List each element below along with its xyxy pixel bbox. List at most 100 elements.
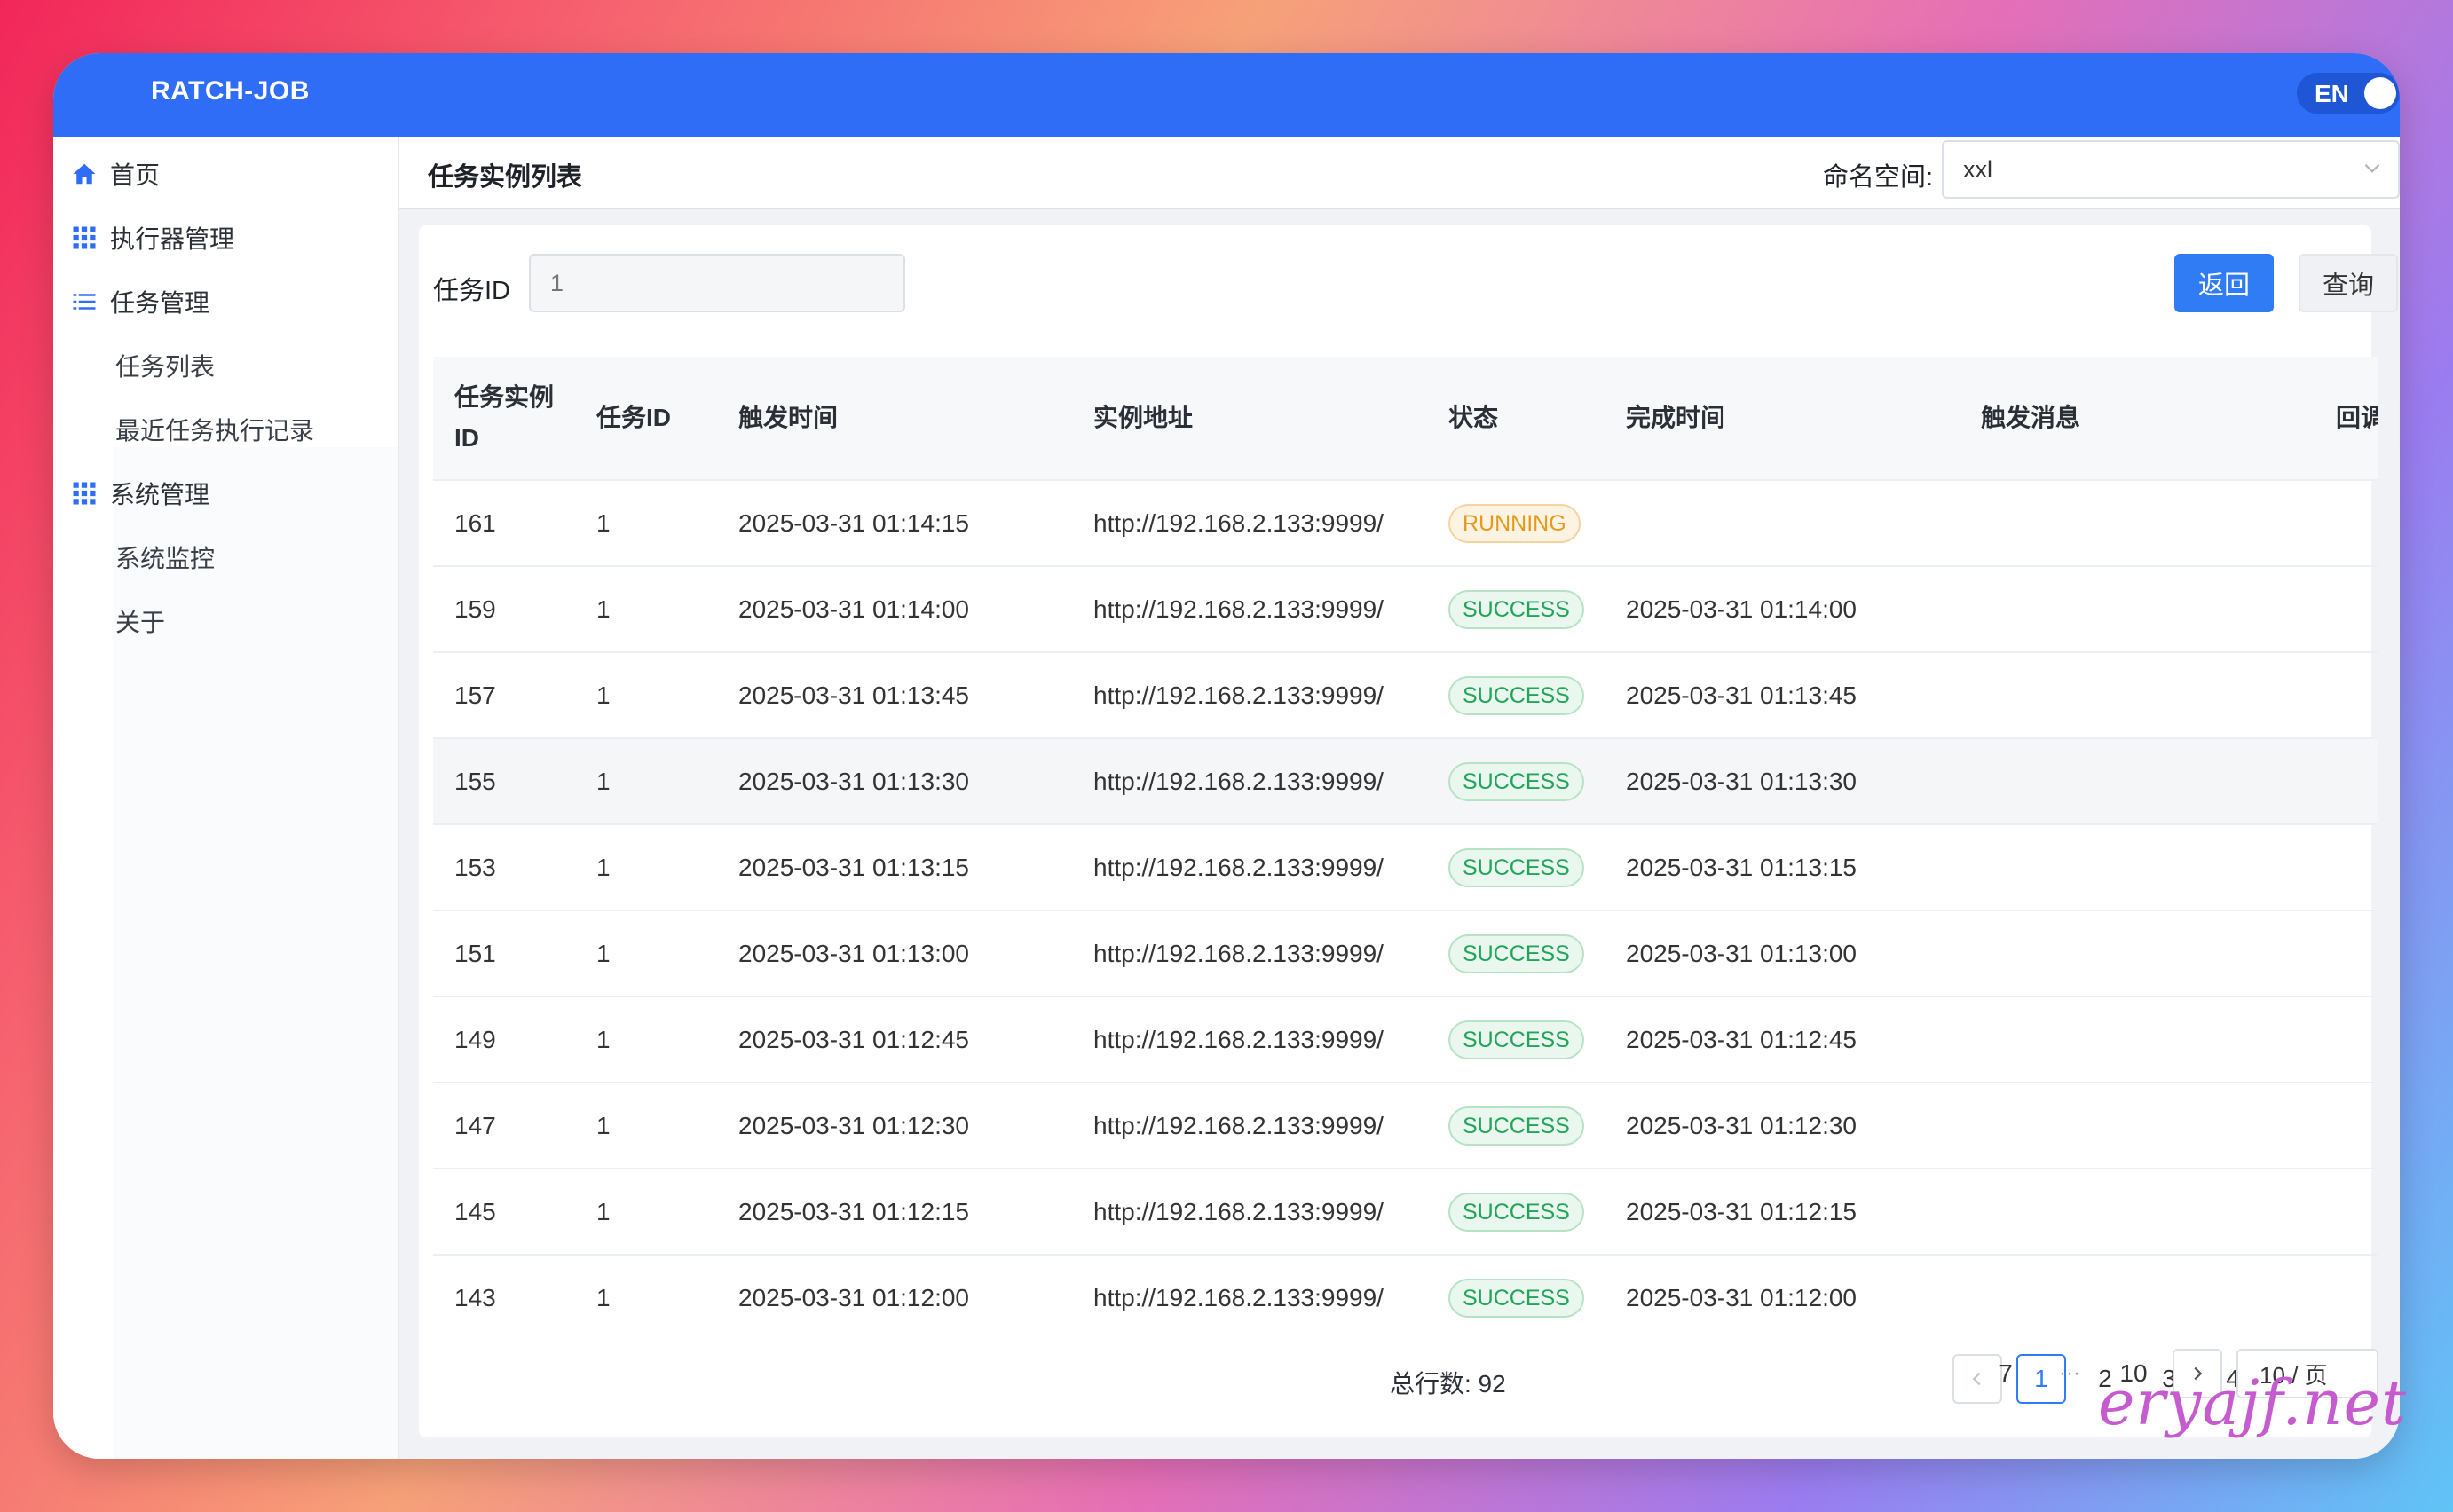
cell-callback — [2315, 738, 2378, 825]
cell-trigger-message — [1960, 996, 2315, 1083]
cell-instance-address: http://192.168.2.133:9999/ — [1072, 1083, 1427, 1169]
cell-trigger-time: 2025-03-31 01:12:45 — [717, 996, 1072, 1083]
cell-trigger-message — [1960, 910, 2315, 997]
status-badge: SUCCESS — [1448, 589, 1584, 629]
cell-instance-id: 157 — [433, 652, 575, 739]
sidebar-item-label: 执行器管理 — [110, 225, 235, 253]
cell-instance-id: 155 — [433, 738, 575, 825]
cell-finish-time: 2025-03-31 01:14:00 — [1605, 566, 1960, 653]
cell-finish-time — [1605, 480, 1960, 567]
cell-instance-address: http://192.168.2.133:9999/ — [1072, 480, 1427, 567]
sidebar-item-label: 最近任务执行记录 — [115, 417, 315, 445]
col-instance-address: 实例地址 — [1072, 357, 1427, 481]
main-content: 任务实例列表 命名空间: xxl 任务ID 返回 查询 — [399, 137, 2400, 1459]
back-button[interactable]: 返回 — [2174, 254, 2274, 312]
page-button[interactable]: 7 — [1981, 1349, 2031, 1398]
home-icon — [73, 163, 96, 185]
query-button[interactable]: 查询 — [2299, 254, 2398, 312]
cell-finish-time: 2025-03-31 01:12:15 — [1605, 1169, 1960, 1256]
sidebar: 首页 执行器管理 任务管理 任务列表 最近任务执行记录 系统管理 系统监控 关于 — [53, 137, 399, 1459]
status-badge: RUNNING — [1448, 503, 1581, 543]
sidebar-item-label: 首页 — [110, 161, 161, 189]
total-count: 总行数: 92 — [1390, 1370, 1506, 1398]
chevron-down-icon — [2364, 163, 2380, 173]
page-ellipsis[interactable]: ··· — [2045, 1349, 2094, 1398]
table-row: 145 1 2025-03-31 01:12:15 http://192.168.2.… — [433, 1169, 2378, 1256]
cell-callback — [2315, 1169, 2378, 1256]
cell-trigger-time: 2025-03-31 01:13:00 — [717, 910, 1072, 997]
table-row: 161 1 2025-03-31 01:14:15 http://192.168.2.… — [433, 480, 2378, 567]
header-bar: 任务实例列表 命名空间: xxl — [399, 137, 2400, 209]
cell-trigger-time: 2025-03-31 01:12:30 — [717, 1083, 1072, 1169]
top-bar: RATCH-JOB EN — [53, 53, 2400, 137]
table-row: 155 1 2025-03-31 01:13:30 http://192.168.2.… — [433, 738, 2378, 825]
sidebar-item-about[interactable]: 关于 — [115, 603, 165, 639]
cell-finish-time: 2025-03-31 01:12:45 — [1605, 996, 1960, 1083]
cell-finish-time: 2025-03-31 01:12:30 — [1605, 1083, 1960, 1169]
cell-task-id: 1 — [575, 652, 717, 739]
cell-status: SUCCESS — [1427, 1169, 1605, 1256]
sidebar-item-label: 系统管理 — [110, 481, 210, 508]
cell-task-id: 1 — [575, 1169, 717, 1256]
cell-trigger-message — [1960, 566, 2315, 653]
namespace-select[interactable]: xxl — [1942, 140, 2400, 199]
cell-instance-address: http://192.168.2.133:9999/ — [1072, 824, 1427, 911]
status-badge: SUCCESS — [1448, 1106, 1584, 1146]
brand-title: RATCH-JOB — [151, 76, 310, 106]
cell-callback — [2315, 652, 2378, 739]
col-trigger-time: 触发时间 — [717, 357, 1072, 481]
cell-trigger-message — [1960, 738, 2315, 825]
cell-instance-address: http://192.168.2.133:9999/ — [1072, 1255, 1427, 1324]
status-badge: SUCCESS — [1448, 675, 1584, 715]
cell-instance-id: 161 — [433, 480, 575, 567]
sidebar-item-task-management[interactable]: 任务管理 — [71, 284, 209, 319]
table-row: 159 1 2025-03-31 01:14:00 http://192.168.2.… — [433, 566, 2378, 653]
cell-callback — [2315, 1255, 2378, 1324]
language-label: EN — [2315, 80, 2349, 107]
sidebar-item-label: 关于 — [115, 609, 166, 636]
cell-task-id: 1 — [575, 996, 717, 1083]
cell-task-id: 1 — [575, 1255, 717, 1324]
cell-status: SUCCESS — [1427, 738, 1605, 825]
cell-status: SUCCESS — [1427, 652, 1605, 739]
sidebar-item-recent-records[interactable]: 最近任务执行记录 — [115, 412, 314, 447]
task-id-label: 任务ID — [433, 277, 511, 305]
cell-instance-address: http://192.168.2.133:9999/ — [1072, 738, 1427, 825]
cell-trigger-time: 2025-03-31 01:13:45 — [717, 652, 1072, 739]
cell-trigger-message — [1960, 1255, 2315, 1324]
table-row: 147 1 2025-03-31 01:12:30 http://192.168.2.… — [433, 1083, 2378, 1169]
cell-status: SUCCESS — [1427, 824, 1605, 911]
cell-instance-address: http://192.168.2.133:9999/ — [1072, 996, 1427, 1083]
cell-instance-id: 151 — [433, 910, 575, 997]
cell-status: SUCCESS — [1427, 1255, 1605, 1324]
cell-instance-address: http://192.168.2.133:9999/ — [1072, 910, 1427, 997]
sidebar-item-task-list[interactable]: 任务列表 — [115, 348, 215, 383]
cell-task-id: 1 — [575, 566, 717, 653]
namespace-value: xxl — [1963, 156, 1992, 183]
cell-trigger-message — [1960, 1169, 2315, 1256]
sidebar-item-executor[interactable]: 执行器管理 — [71, 220, 234, 256]
sidebar-item-home[interactable]: 首页 — [71, 156, 160, 192]
col-callback: 回调 — [2315, 357, 2378, 481]
cell-trigger-time: 2025-03-31 01:13:15 — [717, 824, 1072, 911]
sidebar-item-system-management[interactable]: 系统管理 — [71, 476, 209, 511]
cell-finish-time: 2025-03-31 01:13:15 — [1605, 824, 1960, 911]
list-icon — [73, 294, 96, 310]
cell-finish-time: 2025-03-31 01:13:30 — [1605, 738, 1960, 825]
task-id-input[interactable] — [529, 254, 905, 312]
cell-instance-id: 159 — [433, 566, 575, 653]
page-title: 任务实例列表 — [428, 163, 583, 192]
cell-callback — [2315, 824, 2378, 911]
cell-instance-address: http://192.168.2.133:9999/ — [1072, 1169, 1427, 1256]
cell-task-id: 1 — [575, 480, 717, 567]
cell-status: RUNNING — [1427, 480, 1605, 567]
language-toggle[interactable]: EN — [2297, 73, 2400, 114]
sidebar-item-system-monitor[interactable]: 系统监控 — [115, 539, 215, 575]
col-finish-time: 完成时间 — [1605, 357, 1960, 481]
cell-status: SUCCESS — [1427, 910, 1605, 997]
cell-instance-id: 149 — [433, 996, 575, 1083]
col-status: 状态 — [1427, 357, 1605, 481]
cell-trigger-message — [1960, 824, 2315, 911]
cell-status: SUCCESS — [1427, 1083, 1605, 1169]
status-badge: SUCCESS — [1448, 1192, 1584, 1232]
